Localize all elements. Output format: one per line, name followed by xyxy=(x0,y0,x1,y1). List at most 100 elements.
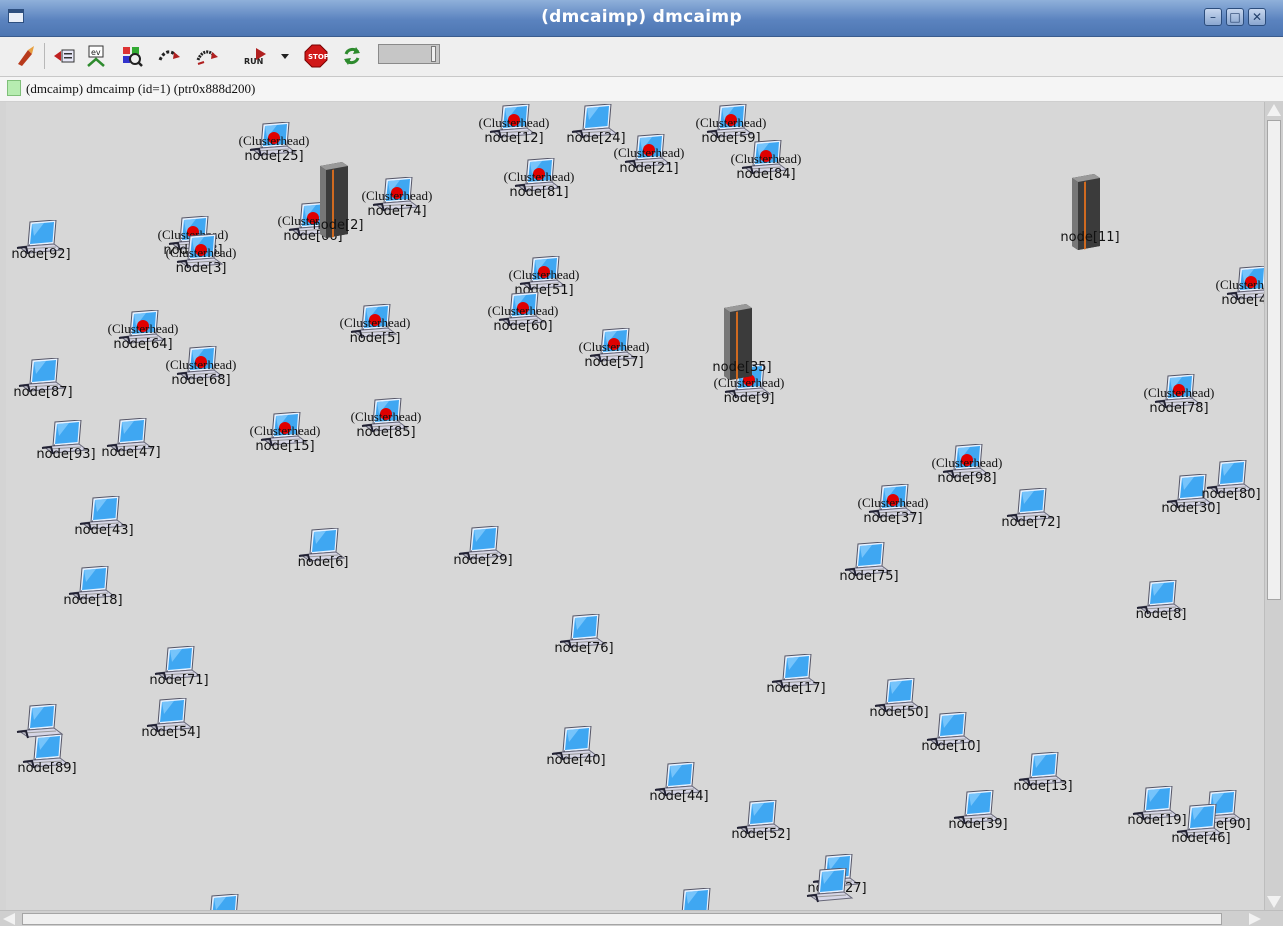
scroll-right-icon[interactable] xyxy=(1249,913,1261,925)
speed-slider[interactable] xyxy=(378,44,440,64)
node-label: node[21] xyxy=(619,161,679,176)
network-node[interactable]: (Clusterhead) node[12] xyxy=(479,104,549,146)
refresh-icon[interactable] xyxy=(338,42,366,70)
network-node[interactable]: (Clusterhead) node[59] xyxy=(696,104,766,146)
network-node[interactable] xyxy=(16,704,66,744)
run-express-icon[interactable] xyxy=(194,42,222,70)
vertical-scroll-thumb[interactable] xyxy=(1267,120,1281,600)
node-label: node[89] xyxy=(17,761,77,776)
node-label: node[57] xyxy=(584,355,644,370)
laptop-icon xyxy=(210,894,239,910)
network-node[interactable]: node[54] xyxy=(141,698,201,740)
network-node[interactable]: node[71] xyxy=(149,646,209,688)
network-node[interactable]: (Clusterhead) node[5] xyxy=(340,304,410,346)
run-fast-icon[interactable] xyxy=(156,42,184,70)
network-node[interactable]: (Clusterhead) node[81] xyxy=(504,158,574,200)
close-button[interactable]: ✕ xyxy=(1248,8,1266,26)
network-node[interactable]: (Clusterhead) node[3] xyxy=(166,234,236,276)
network-node[interactable]: node[87] xyxy=(13,358,73,400)
network-node[interactable]: node[19] xyxy=(1127,786,1187,828)
network-node[interactable]: node[6] xyxy=(298,528,348,570)
network-node[interactable]: (Clusterhead) node[15] xyxy=(250,412,320,454)
network-node[interactable]: node[93] xyxy=(36,420,96,462)
find-object-icon[interactable] xyxy=(118,42,146,70)
scroll-up-icon[interactable] xyxy=(1267,104,1281,116)
node-label: node[46] xyxy=(1171,831,1231,846)
speed-slider-thumb[interactable] xyxy=(431,46,436,62)
network-node[interactable]: (Clusterhead) node[68] xyxy=(166,346,236,388)
node-label: node[15] xyxy=(255,439,315,454)
node-label: node[50] xyxy=(869,705,929,720)
network-node[interactable]: (Clusterhead) node[57] xyxy=(579,328,649,370)
network-node[interactable] xyxy=(670,888,720,910)
scroll-down-icon[interactable] xyxy=(1267,896,1281,908)
network-node[interactable]: node[18] xyxy=(63,566,123,608)
node-label: node[18] xyxy=(63,593,123,608)
network-node[interactable]: (Clusterhead) node[84] xyxy=(731,140,801,182)
laptop-icon xyxy=(806,868,854,903)
network-node[interactable]: node[10] xyxy=(921,712,981,754)
fast-event-icon[interactable]: ev xyxy=(82,42,110,70)
network-node[interactable]: node[52] xyxy=(731,800,791,842)
horizontal-scroll-thumb[interactable] xyxy=(22,913,1222,925)
network-node[interactable]: node[92] xyxy=(11,220,71,262)
network-node[interactable]: node[46] xyxy=(1171,804,1231,846)
node-label: node[2] xyxy=(312,218,364,233)
node-label: node[17] xyxy=(766,681,826,696)
network-node[interactable]: (Clusterhead) node[21] xyxy=(614,134,684,176)
network-canvas[interactable]: (Clusterhead) node[25] (Clusterhead) node[1… xyxy=(6,102,1264,910)
network-node[interactable]: node[47] xyxy=(101,418,161,460)
node-label: node[80] xyxy=(1201,487,1261,502)
node-label: node[8] xyxy=(1135,607,1187,622)
network-node[interactable]: (Clusterhead) node[51] xyxy=(509,256,579,298)
base-station-node[interactable]: node[35] xyxy=(712,302,772,382)
network-node[interactable] xyxy=(806,868,856,908)
node-label: node[30] xyxy=(1161,501,1221,516)
run-options-icon[interactable] xyxy=(278,42,292,70)
network-node[interactable]: (Clusterhead) node[25] xyxy=(239,122,309,164)
network-node[interactable] xyxy=(198,894,248,910)
network-node[interactable]: node[39] xyxy=(948,790,1008,832)
vertical-scrollbar[interactable] xyxy=(1264,102,1283,910)
minimize-button[interactable]: – xyxy=(1204,8,1222,26)
network-node[interactable]: node[17] xyxy=(766,654,826,696)
node-label: node[24] xyxy=(566,131,626,146)
step-icon[interactable] xyxy=(12,42,40,70)
network-node[interactable]: node[8] xyxy=(1135,580,1187,622)
network-node[interactable]: node[29] xyxy=(453,526,513,568)
maximize-button[interactable]: □ xyxy=(1226,8,1244,26)
network-node[interactable]: node[40] xyxy=(546,726,606,768)
network-node[interactable]: (Clusterhead) node[74] xyxy=(362,177,432,219)
horizontal-scrollbar[interactable] xyxy=(0,910,1283,926)
base-station-node[interactable]: node[2] xyxy=(313,160,363,240)
event-log-icon[interactable] xyxy=(50,42,78,70)
network-node[interactable]: node[44] xyxy=(649,762,709,804)
network-node[interactable]: node[75] xyxy=(839,542,899,584)
scroll-left-icon[interactable] xyxy=(3,913,15,925)
node-label: node[64] xyxy=(113,337,173,352)
stop-icon[interactable]: STOP xyxy=(302,42,330,70)
network-node[interactable]: node[72] xyxy=(1001,488,1061,530)
network-node[interactable]: (Clusterhead) node[85] xyxy=(351,398,421,440)
network-node[interactable]: (Clusterhead) node[98] xyxy=(932,444,1002,486)
node-label: node[81] xyxy=(509,185,569,200)
network-node[interactable]: (Clusterhead) node[64] xyxy=(108,310,178,352)
network-node[interactable]: node[80] xyxy=(1201,460,1261,502)
window-title-bar[interactable]: (dmcaimp) dmcaimp – □ ✕ xyxy=(0,0,1283,37)
network-node[interactable]: node[24] xyxy=(566,104,626,146)
node-label: node[76] xyxy=(554,641,614,656)
svg-text:ev: ev xyxy=(91,48,101,57)
svg-text:RUN: RUN xyxy=(244,57,263,66)
network-node[interactable]: (Clusterhead)node[41] xyxy=(1216,266,1264,308)
network-node[interactable]: (Clusterhead) node[78] xyxy=(1144,374,1214,416)
clusterhead-label: (Clusterhead) xyxy=(107,321,179,336)
node-label: node[78] xyxy=(1149,401,1209,416)
base-station-node[interactable]: node[11] xyxy=(1060,172,1120,252)
network-node[interactable]: node[13] xyxy=(1013,752,1073,794)
network-node[interactable]: (Clusterhead) node[60] xyxy=(488,292,558,334)
network-node[interactable]: node[50] xyxy=(869,678,929,720)
run-icon[interactable]: RUN xyxy=(242,42,270,70)
network-node[interactable]: (Clusterhead) node[37] xyxy=(858,484,928,526)
network-node[interactable]: node[43] xyxy=(74,496,134,538)
network-node[interactable]: node[76] xyxy=(554,614,614,656)
